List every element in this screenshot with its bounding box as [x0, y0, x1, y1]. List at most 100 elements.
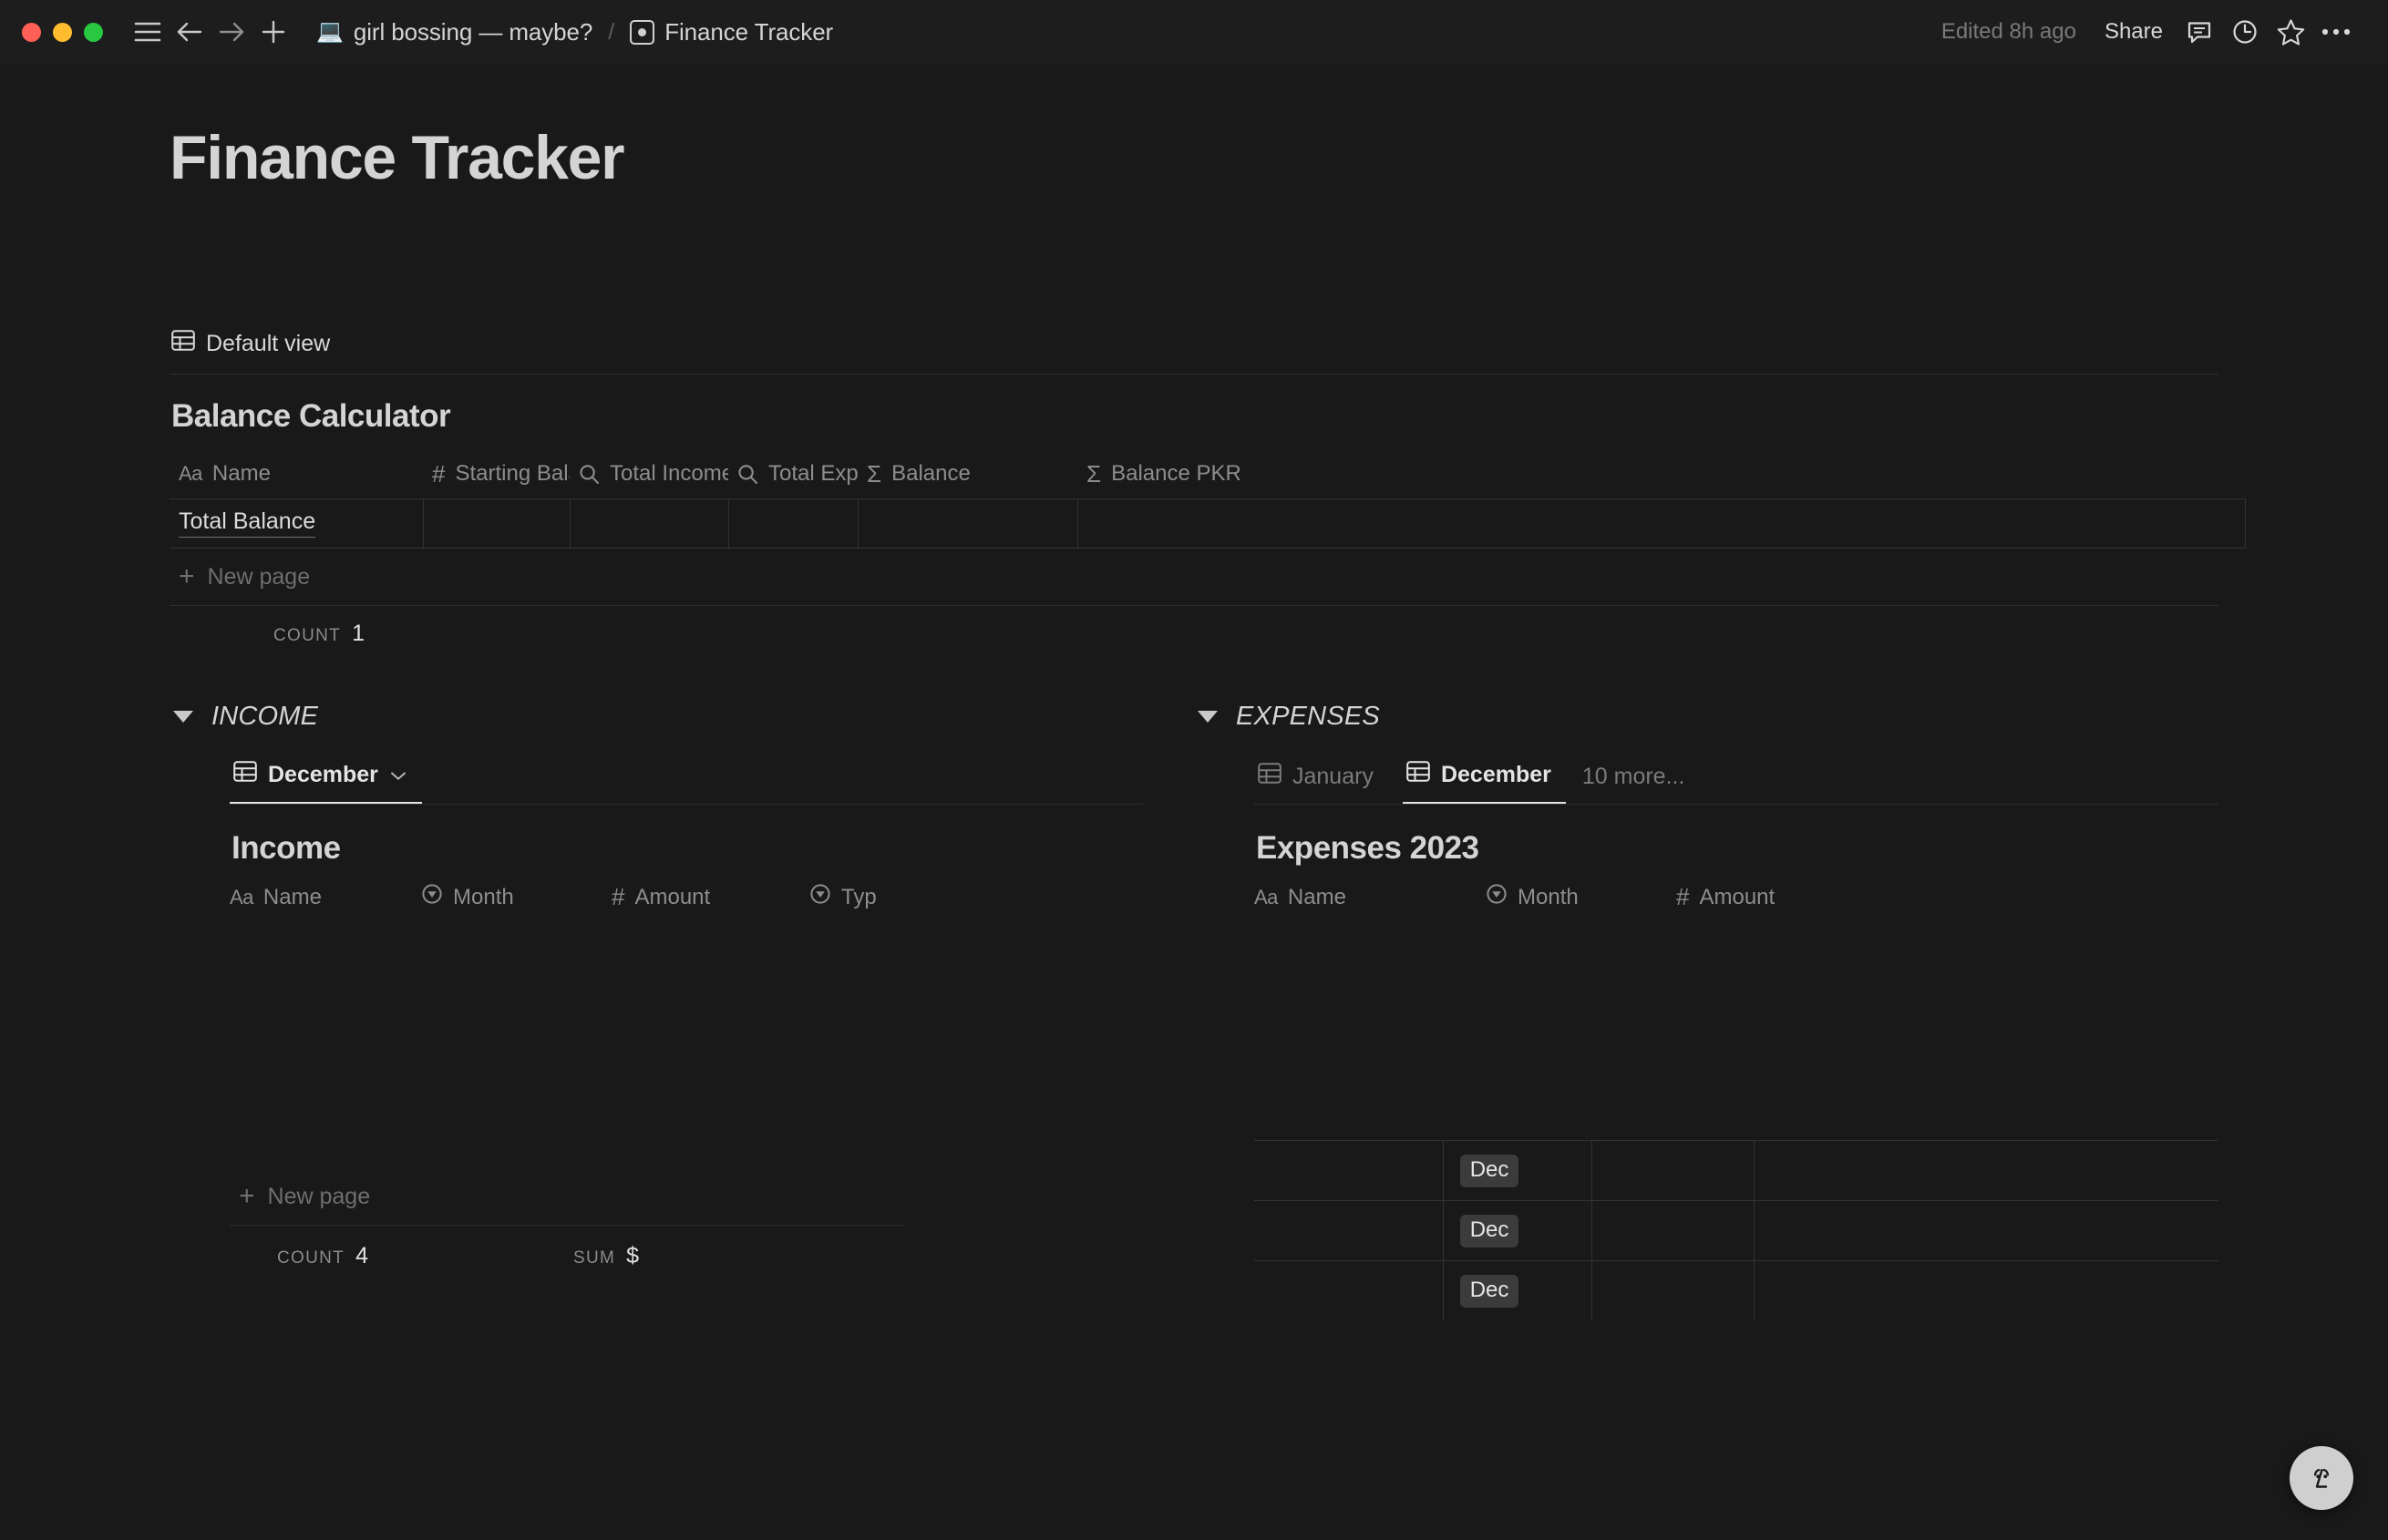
- history-clock-icon[interactable]: [2224, 11, 2266, 53]
- income-column-headers: Aa Name Month # Amount Typ: [230, 883, 1143, 911]
- income-aggregation-row: Count 4 Sum $: [230, 1226, 1143, 1286]
- column-header-total-expenses[interactable]: Total Expenses: [728, 449, 858, 499]
- column-header-name[interactable]: Aa Name: [1254, 883, 1486, 911]
- expenses-toggle-label: EXPENSES: [1236, 702, 1380, 732]
- column-label: Name: [211, 461, 271, 487]
- expenses-rows: Dec Dec Dec: [1254, 1140, 2218, 1321]
- title-type-icon: Aa: [1254, 885, 1278, 909]
- breadcrumb: 💻 girl bossing — maybe? / Finance Tracke…: [309, 15, 840, 50]
- new-page-button[interactable]: + New page: [170, 549, 2218, 605]
- view-tabs-more-button[interactable]: 10 more...: [1566, 760, 1702, 804]
- minimize-window-button[interactable]: [53, 22, 72, 42]
- number-type-icon: #: [612, 883, 625, 911]
- view-tab-december[interactable]: December: [230, 757, 422, 805]
- view-tab-default-view[interactable]: Default view: [170, 326, 332, 361]
- balance-table: Aa Name # Starting Balance: [170, 449, 2246, 549]
- income-new-page-button[interactable]: + New page: [230, 1168, 1143, 1225]
- column-header-balance[interactable]: Σ Balance: [858, 449, 1077, 499]
- sidebar-toggle-icon[interactable]: [127, 11, 169, 53]
- back-arrow-icon[interactable]: [169, 11, 211, 53]
- income-view-tabs: December: [230, 757, 1143, 806]
- cell-name[interactable]: [1254, 1261, 1444, 1321]
- column-header-amount[interactable]: # Amount: [1676, 883, 1877, 911]
- cell-name[interactable]: [1254, 1141, 1444, 1201]
- column-label: Total Income: [610, 461, 729, 487]
- favorite-star-icon[interactable]: [2270, 11, 2311, 53]
- column-header-month[interactable]: Month: [421, 883, 612, 911]
- cell-total-income[interactable]: [569, 498, 729, 549]
- column-label: Name: [1287, 884, 1346, 909]
- formula-type-icon: Σ: [867, 459, 882, 488]
- breadcrumb-item-workspace[interactable]: 💻 girl bossing — maybe?: [309, 15, 600, 50]
- close-window-button[interactable]: [22, 22, 41, 42]
- page-icon: [630, 19, 655, 45]
- expenses-database: January December 10 more... Expenses 202…: [1194, 757, 2218, 1321]
- titlebar-actions: Edited 8h ago Share: [1929, 11, 2357, 53]
- table-row[interactable]: Total Balance: [170, 498, 2246, 549]
- breadcrumb-item-page[interactable]: Finance Tracker: [623, 15, 840, 50]
- column-label: Starting Balance: [455, 461, 570, 487]
- comment-icon[interactable]: [2178, 11, 2220, 53]
- share-button[interactable]: Share: [2093, 13, 2175, 51]
- column-header-starting-balance[interactable]: # Starting Balance: [423, 449, 570, 499]
- toggle-triangle-icon[interactable]: [173, 711, 193, 724]
- cell-amount[interactable]: [1592, 1201, 1755, 1261]
- income-toggle-header[interactable]: INCOME: [170, 702, 1143, 732]
- forward-arrow-icon[interactable]: [211, 11, 252, 53]
- aggregation-label: Count: [273, 625, 342, 645]
- aggregation-count[interactable]: Count 1: [273, 621, 365, 647]
- cell-balance-pkr[interactable]: [1076, 498, 2246, 549]
- column-header-amount[interactable]: # Amount: [612, 883, 809, 911]
- cell-month[interactable]: Dec: [1444, 1141, 1593, 1201]
- maximize-window-button[interactable]: [84, 22, 103, 42]
- aggregation-row: Count 1: [170, 606, 2218, 661]
- cell-name[interactable]: Total Balance: [170, 498, 424, 549]
- view-tab-label: Default view: [206, 330, 331, 356]
- cell-month[interactable]: Dec: [1444, 1261, 1593, 1321]
- income-database-title: Income: [232, 830, 341, 867]
- column-label: Month: [1518, 884, 1579, 909]
- edited-timestamp: Edited 8h ago: [1940, 19, 2076, 44]
- column-label: Amount: [634, 884, 711, 909]
- table-row[interactable]: Dec: [1254, 1140, 2218, 1201]
- column-header-name[interactable]: Aa Name: [170, 449, 423, 499]
- view-tab-january[interactable]: January: [1254, 759, 1390, 804]
- notion-ai-button[interactable]: [2290, 1446, 2353, 1510]
- select-type-icon: [809, 883, 831, 911]
- table-row[interactable]: Dec: [1254, 1260, 2218, 1321]
- cell-trailing: [1755, 1141, 2218, 1200]
- toggle-triangle-icon[interactable]: [1198, 711, 1218, 724]
- cell-total-expenses[interactable]: [727, 498, 859, 549]
- aggregation-value: 4: [355, 1242, 368, 1268]
- new-page-label: New page: [267, 1183, 371, 1209]
- cell-balance[interactable]: [857, 498, 1078, 549]
- cell-starting-balance[interactable]: [422, 498, 571, 549]
- column-label: Balance: [891, 461, 971, 487]
- table-row[interactable]: Dec: [1254, 1200, 2218, 1261]
- cell-amount[interactable]: [1592, 1261, 1755, 1321]
- view-tab-december[interactable]: December: [1402, 757, 1566, 805]
- cell-month[interactable]: Dec: [1444, 1201, 1593, 1261]
- income-toggle-label: INCOME: [211, 702, 319, 732]
- column-header-total-income[interactable]: Total Income: [570, 449, 728, 499]
- expenses-toggle-header[interactable]: EXPENSES: [1194, 702, 2218, 732]
- formula-type-icon: Σ: [1086, 459, 1102, 488]
- column-header-month[interactable]: Month: [1486, 883, 1676, 911]
- column-header-name[interactable]: Aa Name: [230, 883, 421, 911]
- new-page-plus-icon[interactable]: [252, 11, 294, 53]
- rollup-type-icon: [579, 464, 600, 485]
- income-aggregation-sum[interactable]: Sum $: [573, 1243, 639, 1269]
- notion-ai-face-icon: [2313, 1468, 2330, 1488]
- plus-icon: +: [239, 1181, 255, 1212]
- cell-name[interactable]: [1254, 1201, 1444, 1261]
- column-label: Balance PKR: [1111, 461, 1241, 487]
- income-rows-spacer: [230, 911, 1143, 1168]
- income-aggregation-count[interactable]: Count 4: [277, 1243, 368, 1269]
- month-tag: Dec: [1459, 1214, 1519, 1247]
- more-options-icon[interactable]: [2315, 11, 2357, 53]
- chevron-down-icon[interactable]: [389, 762, 407, 788]
- column-header-balance-pkr[interactable]: Σ Balance PKR: [1077, 449, 2245, 499]
- column-label: Total Expenses: [768, 461, 859, 487]
- cell-amount[interactable]: [1592, 1141, 1755, 1201]
- column-header-type[interactable]: Typ: [809, 883, 955, 911]
